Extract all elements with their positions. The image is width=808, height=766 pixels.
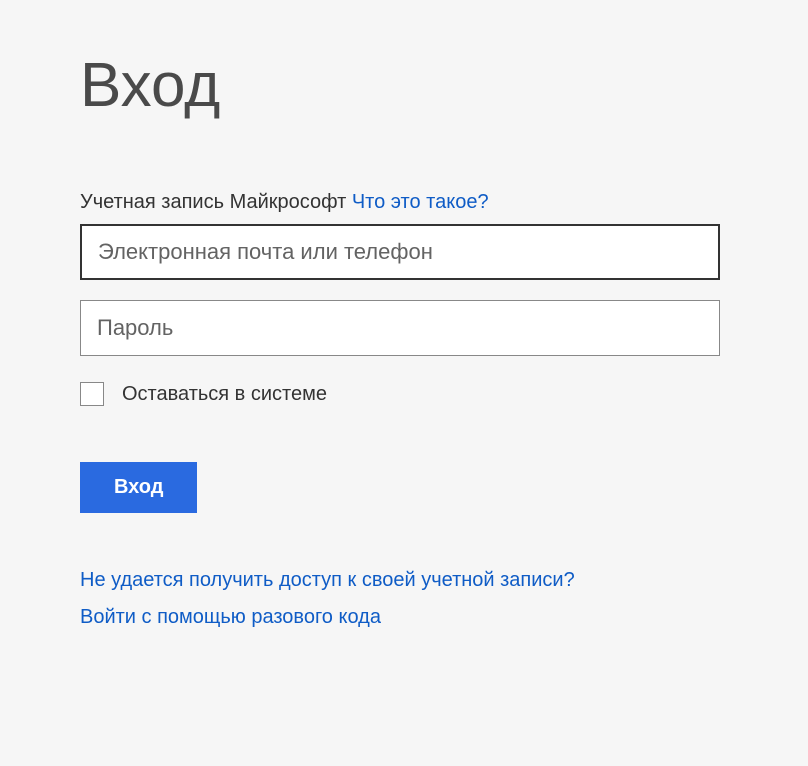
one-time-code-link[interactable]: Войти с помощью разового кода [80,606,720,629]
stay-signed-in-checkbox[interactable] [80,382,104,406]
account-label: Учетная запись Майкрософт [80,191,346,213]
stay-signed-in-label[interactable]: Оставаться в системе [122,383,327,406]
page-title: Вход [80,50,720,121]
email-field[interactable] [80,224,720,280]
sign-in-button[interactable]: Вход [80,462,197,513]
cant-access-account-link[interactable]: Не удается получить доступ к своей учетн… [80,569,720,592]
help-links: Не удается получить доступ к своей учетн… [80,569,720,629]
what-is-this-link[interactable]: Что это такое? [352,191,489,213]
account-label-row: Учетная запись Майкрософт Что это такое? [80,191,720,214]
password-field[interactable] [80,300,720,356]
stay-signed-in-row: Оставаться в системе [80,382,720,406]
login-form: Вход Учетная запись Майкрософт Что это т… [80,50,720,629]
